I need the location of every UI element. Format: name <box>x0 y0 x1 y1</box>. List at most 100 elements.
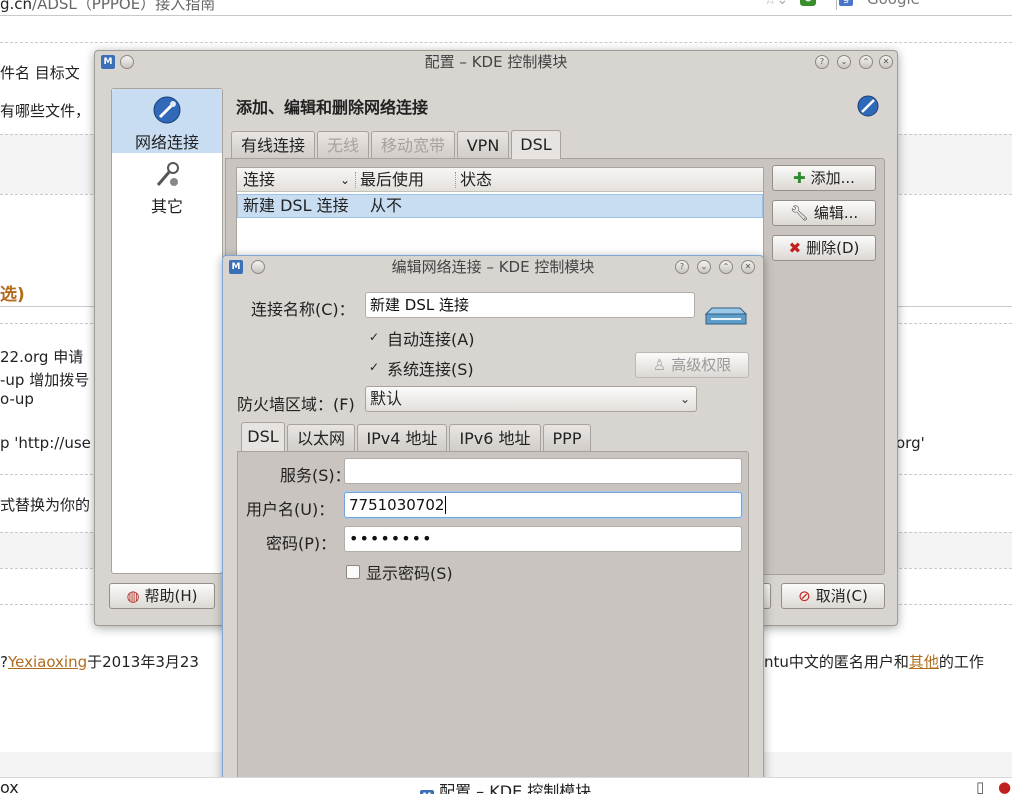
connection-name-field[interactable]: 新建 DSL 连接 <box>365 292 695 318</box>
tab-ipv6[interactable]: IPv6 地址 <box>449 424 541 452</box>
kde-app-icon: M <box>420 790 434 794</box>
tab-wireless[interactable]: 无线 <box>317 131 369 159</box>
window-menu-icon[interactable]: M <box>229 260 243 274</box>
document-icon[interactable]: ▯ <box>976 778 984 794</box>
user-lock-icon: ♙ <box>652 356 667 374</box>
add-button[interactable]: ✚ 添加... <box>772 165 876 191</box>
tab-vpn[interactable]: VPN <box>457 131 509 159</box>
edit-connection-dialog: M 编辑网络连接 – KDE 控制模块 ? ⌄ ⌃ ✕ 连接名称(C)： 新建 … <box>222 255 764 791</box>
maximize-icon[interactable]: ⌃ <box>719 260 733 274</box>
password-label: 密码(P)： <box>266 534 337 553</box>
url-text[interactable]: g.cn/ADSL（PPPOE）接入指南 <box>0 0 215 14</box>
plus-icon: ✚ <box>793 169 806 187</box>
tab-dsl[interactable]: DSL <box>511 130 561 159</box>
close-icon[interactable]: ✕ <box>741 260 755 274</box>
edit-dialog-titlebar[interactable]: M 编辑网络连接 – KDE 控制模块 ? ⌄ ⌃ ✕ <box>223 256 763 280</box>
show-password-checkbox[interactable]: 显示密码(S) <box>346 560 453 584</box>
tab-ipv4[interactable]: IPv4 地址 <box>357 424 447 452</box>
pin-icon[interactable] <box>251 260 265 274</box>
username-label: 用户名(U)： <box>246 500 335 519</box>
minimize-icon[interactable]: ⌄ <box>837 55 851 69</box>
sidebar-item-label: 网络连接 <box>134 133 199 152</box>
delete-button[interactable]: ✖ 删除(D) <box>772 235 876 261</box>
check-icon: ✓ <box>368 360 380 374</box>
sidebar-item-other[interactable]: 其它 <box>112 155 222 216</box>
service-field[interactable] <box>344 458 742 484</box>
others-link[interactable]: 其他 <box>909 653 939 671</box>
connection-name-label: 连接名称(C)： <box>251 300 355 319</box>
dialog-title: 编辑网络连接 – KDE 控制模块 <box>391 258 595 276</box>
firewall-zone-label: 防火墙区域：(F) <box>237 395 355 414</box>
help-lifebuoy-icon: ◍ <box>126 587 140 605</box>
password-field[interactable]: •••••••• <box>344 526 742 552</box>
pin-icon[interactable] <box>120 55 134 69</box>
footer-text-right: ntu中文的匿名用户和其他的工作 <box>764 653 984 671</box>
config-window-titlebar[interactable]: M 配置 – KDE 控制模块 ? ⌄ ⌃ ✕ <box>95 51 897 75</box>
taskbar-task[interactable]: M 配置 – KDE 控制模块 <box>420 778 591 794</box>
list-header: 连接 ⌄ 最后使用 状态 <box>237 168 763 192</box>
page-text-line: 有哪些文件， <box>0 102 91 120</box>
window-title: 配置 – KDE 控制模块 <box>424 53 568 71</box>
help-icon[interactable]: ? <box>675 260 689 274</box>
taskbar-text: ox <box>0 778 19 794</box>
dsl-settings-pane: 服务(S)： 用户名(U)： 7751030702 密码(P)： •••••••… <box>237 451 749 791</box>
column-connection[interactable]: 连接 <box>243 168 275 192</box>
network-connections-icon <box>153 96 181 124</box>
wrench-icon: 🔧︎ <box>789 204 809 222</box>
column-last-used[interactable]: 最后使用 <box>360 168 424 192</box>
tab-ppp[interactable]: PPP <box>543 424 591 452</box>
firewall-zone-select[interactable]: 默认 ⌄ <box>365 386 697 412</box>
check-icon: ✓ <box>368 330 380 344</box>
cancel-button[interactable]: ⊘ 取消(C) <box>781 583 885 609</box>
page-text-line: p 'http://use <box>0 434 91 452</box>
system-connection-checkbox[interactable]: ✓ 系统连接(S) <box>367 356 474 380</box>
table-row[interactable]: 新建 DSL 连接 从不 <box>237 194 763 218</box>
divider <box>0 42 1012 43</box>
page-text-line: -up 增加拨号 <box>0 371 90 389</box>
page-text-line: 件名 目标文 <box>0 64 80 82</box>
window-menu-icon[interactable]: M <box>101 55 115 69</box>
sidebar: 网络连接 其它 <box>111 88 223 574</box>
maximize-icon[interactable]: ⌃ <box>859 55 873 69</box>
search-box[interactable]: g ⌄ Google <box>836 0 1012 10</box>
checkbox-box <box>346 565 360 579</box>
browser-url-bar[interactable]: g.cn/ADSL（PPPOE）接入指南 ☆⌄ ↻ g ⌄ Google <box>0 0 1012 16</box>
bookmark-star-icon[interactable]: ☆⌄ <box>764 0 788 8</box>
sidebar-item-network[interactable]: 网络连接 <box>112 89 222 153</box>
google-g-icon[interactable]: g <box>839 0 853 6</box>
tab-ethernet[interactable]: 以太网 <box>287 424 355 452</box>
tab-dsl[interactable]: DSL <box>241 422 285 451</box>
footer-text: ?Yexiaoxing于2013年3月23 <box>0 653 199 671</box>
page-text-line: org' <box>896 434 925 452</box>
cancel-icon: ⊘ <box>798 587 811 605</box>
section-heading: 选) <box>0 285 25 305</box>
page-text-line: 22.org 申请 <box>0 348 84 366</box>
author-link[interactable]: Yexiaoxing <box>8 653 87 671</box>
close-icon[interactable]: ✕ <box>879 55 893 69</box>
chevron-down-icon: ⌄ <box>679 392 690 406</box>
sort-indicator-icon: ⌄ <box>340 173 351 187</box>
tab-mobile-broadband[interactable]: 移动宽带 <box>371 131 455 159</box>
username-field[interactable]: 7751030702 <box>344 492 742 518</box>
help-icon[interactable]: ? <box>815 55 829 69</box>
minimize-icon[interactable]: ⌄ <box>697 260 711 274</box>
page-header: 添加、编辑和删除网络连接 <box>236 98 429 117</box>
taskbar: ox M 配置 – KDE 控制模块 ▯ ● <box>0 777 1012 794</box>
sidebar-item-label: 其它 <box>150 197 183 216</box>
reload-icon[interactable]: ↻ <box>800 0 816 6</box>
delete-x-icon: ✖ <box>788 239 802 257</box>
service-label: 服务(S)： <box>280 466 351 485</box>
page-text-line: o-up <box>0 390 34 408</box>
help-button[interactable]: ◍ 帮助(H) <box>109 583 215 609</box>
notification-icon[interactable]: ● <box>998 778 1011 794</box>
advanced-permissions-button[interactable]: ♙ 高级权限 <box>635 352 749 378</box>
row-last-used: 从不 <box>370 196 403 215</box>
auto-connect-checkbox[interactable]: ✓ 自动连接(A) <box>367 326 474 350</box>
row-connection-name: 新建 DSL 连接 <box>243 196 349 215</box>
module-icon <box>857 95 879 117</box>
column-status[interactable]: 状态 <box>460 168 492 192</box>
tools-icon <box>156 162 179 186</box>
page-text-line: 式替换为你的 <box>0 496 91 514</box>
edit-button[interactable]: 🔧︎ 编辑... <box>772 200 876 226</box>
tab-wired[interactable]: 有线连接 <box>231 131 315 159</box>
